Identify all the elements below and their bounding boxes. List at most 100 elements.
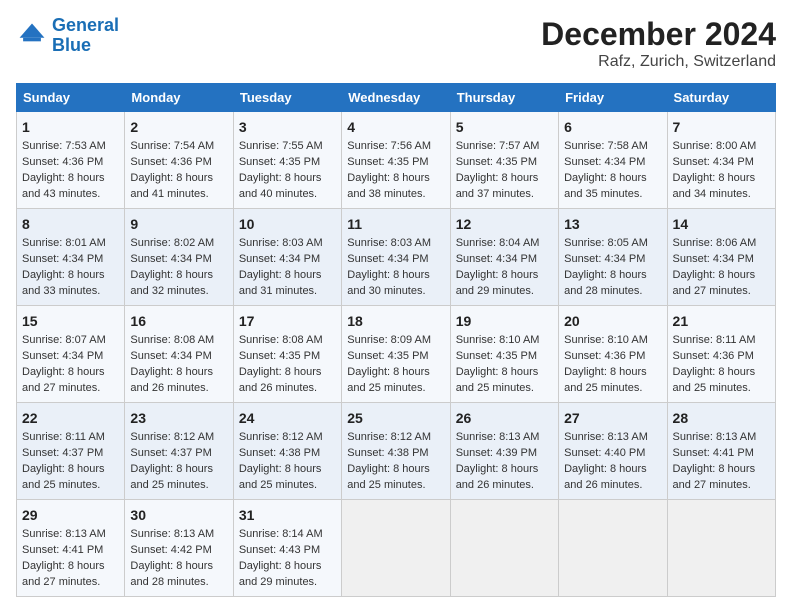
cell-text: Sunrise: 8:04 AM [456,236,553,252]
calendar-cell: 13Sunrise: 8:05 AMSunset: 4:34 PMDayligh… [559,209,667,306]
cell-text: Daylight: 8 hours [22,365,119,381]
cell-text: and 25 minutes. [673,381,770,397]
cell-text: and 30 minutes. [347,284,444,300]
day-number: 22 [22,408,119,428]
calendar-cell: 28Sunrise: 8:13 AMSunset: 4:41 PMDayligh… [667,403,775,500]
cell-text: Daylight: 8 hours [130,268,227,284]
calendar-cell: 4Sunrise: 7:56 AMSunset: 4:35 PMDaylight… [342,112,450,209]
cell-text: and 27 minutes. [22,575,119,591]
cell-text: and 28 minutes. [130,575,227,591]
cell-text: Daylight: 8 hours [456,365,553,381]
cell-text: Daylight: 8 hours [22,462,119,478]
cell-text: and 26 minutes. [456,478,553,494]
cell-text: Sunrise: 8:08 AM [130,333,227,349]
calendar-cell: 1Sunrise: 7:53 AMSunset: 4:36 PMDaylight… [17,112,125,209]
calendar-cell: 20Sunrise: 8:10 AMSunset: 4:36 PMDayligh… [559,306,667,403]
cell-text: Sunset: 4:40 PM [564,446,661,462]
calendar-cell: 22Sunrise: 8:11 AMSunset: 4:37 PMDayligh… [17,403,125,500]
calendar-cell: 17Sunrise: 8:08 AMSunset: 4:35 PMDayligh… [233,306,341,403]
column-header-sunday: Sunday [17,84,125,112]
page-title: December 2024 [541,16,776,53]
calendar-cell: 7Sunrise: 8:00 AMSunset: 4:34 PMDaylight… [667,112,775,209]
cell-text: and 33 minutes. [22,284,119,300]
calendar-cell: 14Sunrise: 8:06 AMSunset: 4:34 PMDayligh… [667,209,775,306]
cell-text: and 28 minutes. [564,284,661,300]
cell-text: Daylight: 8 hours [130,559,227,575]
day-number: 29 [22,505,119,525]
cell-text: and 25 minutes. [456,381,553,397]
cell-text: Sunset: 4:34 PM [564,155,661,171]
cell-text: Sunset: 4:42 PM [130,543,227,559]
cell-text: Daylight: 8 hours [456,268,553,284]
column-header-monday: Monday [125,84,233,112]
day-number: 25 [347,408,444,428]
cell-text: Daylight: 8 hours [239,462,336,478]
cell-text: and 25 minutes. [22,478,119,494]
column-header-wednesday: Wednesday [342,84,450,112]
calendar-cell [667,500,775,597]
cell-text: Sunset: 4:34 PM [22,252,119,268]
calendar-cell: 31Sunrise: 8:14 AMSunset: 4:43 PMDayligh… [233,500,341,597]
cell-text: Daylight: 8 hours [347,365,444,381]
column-header-saturday: Saturday [667,84,775,112]
calendar-cell: 12Sunrise: 8:04 AMSunset: 4:34 PMDayligh… [450,209,558,306]
cell-text: Sunrise: 8:13 AM [564,430,661,446]
cell-text: and 32 minutes. [130,284,227,300]
cell-text: Sunset: 4:36 PM [673,349,770,365]
cell-text: Daylight: 8 hours [239,365,336,381]
cell-text: Sunrise: 7:58 AM [564,139,661,155]
cell-text: Daylight: 8 hours [564,268,661,284]
cell-text: and 27 minutes. [22,381,119,397]
cell-text: Sunrise: 7:57 AM [456,139,553,155]
cell-text: and 26 minutes. [239,381,336,397]
cell-text: and 31 minutes. [239,284,336,300]
cell-text: Daylight: 8 hours [456,462,553,478]
logo-text: General Blue [52,16,119,56]
cell-text: Sunset: 4:35 PM [456,349,553,365]
cell-text: Daylight: 8 hours [22,171,119,187]
cell-text: Daylight: 8 hours [347,462,444,478]
cell-text: and 29 minutes. [239,575,336,591]
day-number: 9 [130,214,227,234]
day-number: 2 [130,117,227,137]
calendar-cell: 26Sunrise: 8:13 AMSunset: 4:39 PMDayligh… [450,403,558,500]
calendar-cell: 23Sunrise: 8:12 AMSunset: 4:37 PMDayligh… [125,403,233,500]
day-number: 31 [239,505,336,525]
week-row-1: 1Sunrise: 7:53 AMSunset: 4:36 PMDaylight… [17,112,776,209]
calendar-cell: 30Sunrise: 8:13 AMSunset: 4:42 PMDayligh… [125,500,233,597]
cell-text: and 29 minutes. [456,284,553,300]
cell-text: and 43 minutes. [22,187,119,203]
calendar-cell: 18Sunrise: 8:09 AMSunset: 4:35 PMDayligh… [342,306,450,403]
page-header: General Blue December 2024 Rafz, Zurich,… [16,16,776,71]
cell-text: Sunrise: 8:14 AM [239,527,336,543]
day-number: 16 [130,311,227,331]
cell-text: Daylight: 8 hours [130,171,227,187]
page-subtitle: Rafz, Zurich, Switzerland [541,53,776,71]
cell-text: Sunrise: 7:54 AM [130,139,227,155]
calendar-cell: 27Sunrise: 8:13 AMSunset: 4:40 PMDayligh… [559,403,667,500]
cell-text: Sunrise: 8:11 AM [673,333,770,349]
cell-text: Sunset: 4:34 PM [130,252,227,268]
cell-text: Sunrise: 8:13 AM [22,527,119,543]
cell-text: Sunrise: 8:10 AM [456,333,553,349]
column-headers: SundayMondayTuesdayWednesdayThursdayFrid… [17,84,776,112]
cell-text: Sunset: 4:34 PM [564,252,661,268]
cell-text: Sunset: 4:41 PM [22,543,119,559]
cell-text: and 37 minutes. [456,187,553,203]
cell-text: Daylight: 8 hours [673,462,770,478]
cell-text: Daylight: 8 hours [564,171,661,187]
day-number: 27 [564,408,661,428]
cell-text: and 25 minutes. [239,478,336,494]
cell-text: Sunrise: 7:56 AM [347,139,444,155]
cell-text: Sunset: 4:34 PM [22,349,119,365]
day-number: 19 [456,311,553,331]
calendar-cell [342,500,450,597]
day-number: 17 [239,311,336,331]
cell-text: Sunset: 4:35 PM [239,349,336,365]
calendar-cell [450,500,558,597]
day-number: 26 [456,408,553,428]
cell-text: and 34 minutes. [673,187,770,203]
cell-text: Sunset: 4:34 PM [130,349,227,365]
cell-text: Sunrise: 8:13 AM [673,430,770,446]
cell-text: Sunset: 4:37 PM [22,446,119,462]
